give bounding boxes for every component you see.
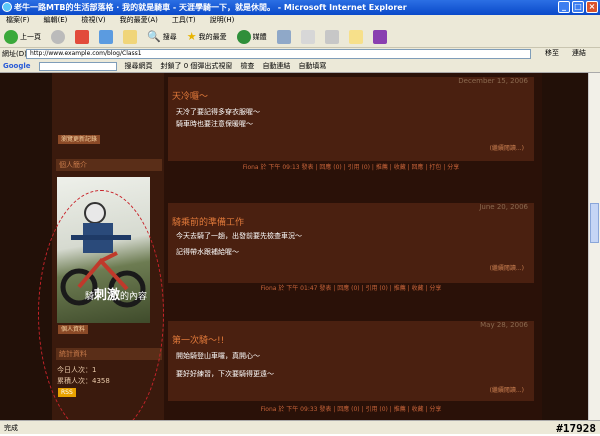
history-icon[interactable]: [276, 29, 291, 44]
scrollbar-thumb[interactable]: [590, 203, 599, 243]
post-footer[interactable]: Fiona 於 下午 09:33 發表 | 回應 (0) | 引用 (0) | …: [168, 405, 534, 415]
forward-arrow-icon[interactable]: [51, 29, 65, 44]
status-text: 完成: [4, 424, 18, 432]
maximize-button[interactable]: □: [572, 1, 584, 13]
read-more-link[interactable]: (繼續閱讀...): [490, 143, 524, 152]
mail-icon[interactable]: [300, 29, 315, 44]
menu-bar: 檔案(F) 編輯(E) 檢視(V) 我的最愛(A) 工具(T) 說明(H): [0, 15, 600, 26]
post-date: June 20, 2006: [479, 203, 528, 211]
post-date: December 15, 2006: [458, 77, 528, 85]
search-button[interactable]: 🔍 搜尋: [147, 30, 177, 43]
window-titlebar: 老牛一路MTB的生活部落格 · 我的就是騎車 - 天涯學騎一下，就是休閒。 - …: [0, 0, 600, 15]
window-title: 老牛一路MTB的生活部落格 · 我的就是騎車 - 天涯學騎一下，就是休閒。 - …: [14, 3, 407, 12]
go-button[interactable]: 移至: [545, 48, 559, 58]
popup-blocker-item[interactable]: 封鎖了 0 個彈出式視窗: [161, 61, 233, 71]
home-icon[interactable]: [123, 29, 137, 44]
read-more-link[interactable]: (繼續閱讀...): [490, 385, 524, 394]
menu-view[interactable]: 檢視(V): [81, 15, 105, 26]
menu-edit[interactable]: 編輯(E): [44, 15, 68, 26]
stop-icon[interactable]: [75, 29, 89, 44]
profile-heading: 個人簡介: [56, 159, 162, 171]
window-controls: _ □ ×: [558, 1, 598, 13]
menu-file[interactable]: 檔案(F): [6, 15, 30, 26]
ie-icon: [2, 2, 12, 12]
messenger-icon[interactable]: [372, 29, 387, 44]
post-text: 記得帶水跟補給喔～: [176, 248, 239, 256]
favorites-button[interactable]: ★ 我的最愛: [187, 30, 227, 43]
media-button[interactable]: 媒體: [236, 29, 267, 44]
autofill-item[interactable]: 自動填寫: [298, 61, 326, 71]
back-button[interactable]: 上一頁: [4, 29, 41, 44]
google-logo: Google: [3, 62, 31, 70]
menu-tools[interactable]: 工具(T): [172, 15, 196, 26]
status-bar: 完成 #17928: [0, 420, 600, 435]
update-log-button[interactable]: 瀏覽更新記錄: [58, 135, 101, 144]
back-arrow-icon: [4, 29, 18, 44]
post-text: 今天去騎了一趟，出發前要先檢查車況～: [176, 232, 302, 240]
post-footer[interactable]: Fiona 於 下午 01:47 發表 | 回應 (0) | 引用 (0) | …: [168, 284, 534, 294]
address-bar: 網址(D) http://www.example.com/blog/Class1…: [0, 48, 600, 60]
post-title[interactable]: 騎乘前的準備工作: [172, 215, 244, 228]
vertical-scrollbar[interactable]: [588, 73, 600, 420]
print-icon[interactable]: [324, 29, 339, 44]
google-search-input[interactable]: [38, 61, 117, 71]
post-text: 天冷了要記得多穿衣服喔～: [176, 108, 260, 116]
media-icon: [236, 29, 251, 44]
address-label: 網址(D): [2, 50, 27, 58]
page-content: 瀏覽更新記錄 個人簡介 騎刺激的內容 個人資料 統計資料 今日人次：1 累積人次…: [0, 73, 600, 420]
folder-icon[interactable]: [348, 29, 363, 44]
toolbar: 上一頁 🔍 搜尋 ★ 我的最愛 媒體: [0, 26, 600, 48]
check-item[interactable]: 檢查: [240, 61, 254, 71]
close-button[interactable]: ×: [586, 1, 598, 13]
menu-favorites[interactable]: 我的最愛(A): [120, 15, 158, 26]
minimize-button[interactable]: _: [558, 1, 570, 13]
google-toolbar: Google 搜尋網頁 封鎖了 0 個彈出式視窗 檢查 自動連結 自動填寫: [0, 60, 600, 73]
google-search-button[interactable]: 搜尋網頁: [125, 61, 153, 71]
refresh-icon[interactable]: [99, 29, 113, 44]
post-item: December 15, 2006 天冷囉～ 天冷了要記得多穿衣服喔～ 騎車時也…: [168, 77, 534, 161]
post-text: 開始騎登山車囉，真開心～: [176, 352, 260, 360]
annotation-circle: [38, 190, 164, 420]
address-input[interactable]: http://www.example.com/blog/Class1: [26, 49, 531, 59]
search-icon: 🔍: [147, 30, 161, 43]
star-icon: ★: [186, 30, 197, 43]
links-button[interactable]: 連結: [572, 48, 586, 58]
blog-main: December 15, 2006 天冷囉～ 天冷了要記得多穿衣服喔～ 騎車時也…: [164, 73, 542, 420]
post-text: 要好好練習，下次要騎得更遠～: [176, 370, 274, 378]
read-more-link[interactable]: (繼續閱讀...): [490, 263, 524, 272]
autolink-item[interactable]: 自動連結: [262, 61, 290, 71]
post-title[interactable]: 第一次騎～!!: [172, 333, 224, 346]
post-title[interactable]: 天冷囉～: [172, 89, 208, 102]
post-item: June 20, 2006 騎乘前的準備工作 今天去騎了一趟，出發前要先檢查車況…: [168, 203, 534, 283]
post-text: 騎車時也要注意保暖喔～: [176, 120, 253, 128]
post-item: May 28, 2006 第一次騎～!! 開始騎登山車囉，真開心～ 要好好練習，…: [168, 321, 534, 401]
post-date: May 28, 2006: [480, 321, 528, 329]
menu-help[interactable]: 說明(H): [210, 15, 235, 26]
post-footer[interactable]: Fiona 於 下午 09:13 發表 | 回應 (0) | 引用 (0) | …: [168, 163, 534, 173]
